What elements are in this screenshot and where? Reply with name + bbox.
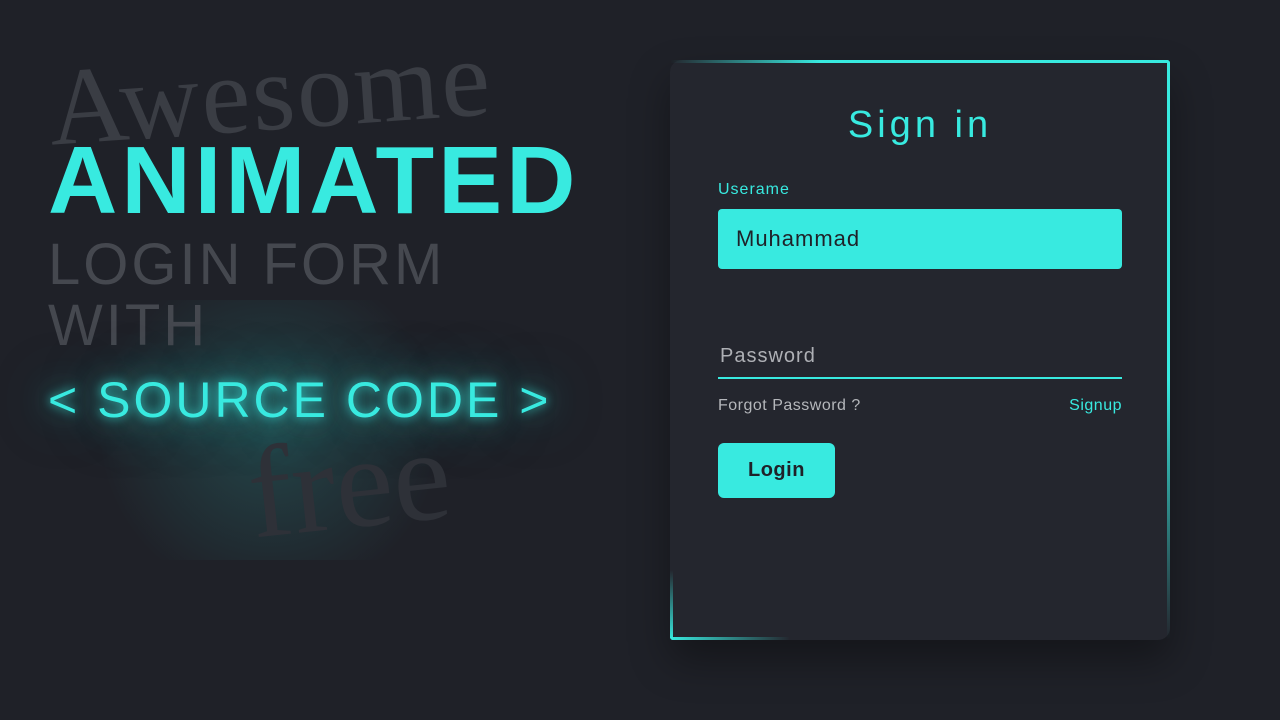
promo-line-sourcecode: < SOURCE CODE > [48, 371, 588, 429]
signup-link[interactable]: Signup [1069, 397, 1122, 415]
links-row: Forgot Password ? Signup [718, 397, 1122, 415]
login-card: Sign in Userame Forgot Password ? Signup… [670, 60, 1170, 640]
promo-block: Awesome ANIMATED LOGIN FORM WITH < SOURC… [48, 40, 588, 536]
password-field [718, 341, 1122, 379]
card-border-segment [670, 637, 790, 640]
username-label: Userame [718, 181, 1122, 199]
promo-line-loginform: LOGIN FORM WITH [48, 235, 588, 357]
card-border-segment [1167, 60, 1170, 640]
card-border-segment [670, 60, 1170, 63]
forgot-password-link[interactable]: Forgot Password ? [718, 397, 861, 415]
promo-word-awesome: Awesome [45, 21, 591, 157]
username-input[interactable] [718, 209, 1122, 269]
promo-word-free: free [243, 401, 593, 553]
login-button[interactable]: Login [718, 443, 835, 498]
password-input[interactable] [718, 341, 1122, 379]
background-glow [40, 300, 500, 560]
username-field: Userame [718, 181, 1122, 269]
card-border-segment [670, 570, 673, 640]
card-title: Sign in [718, 104, 1122, 147]
promo-word-animated: ANIMATED [48, 133, 588, 229]
